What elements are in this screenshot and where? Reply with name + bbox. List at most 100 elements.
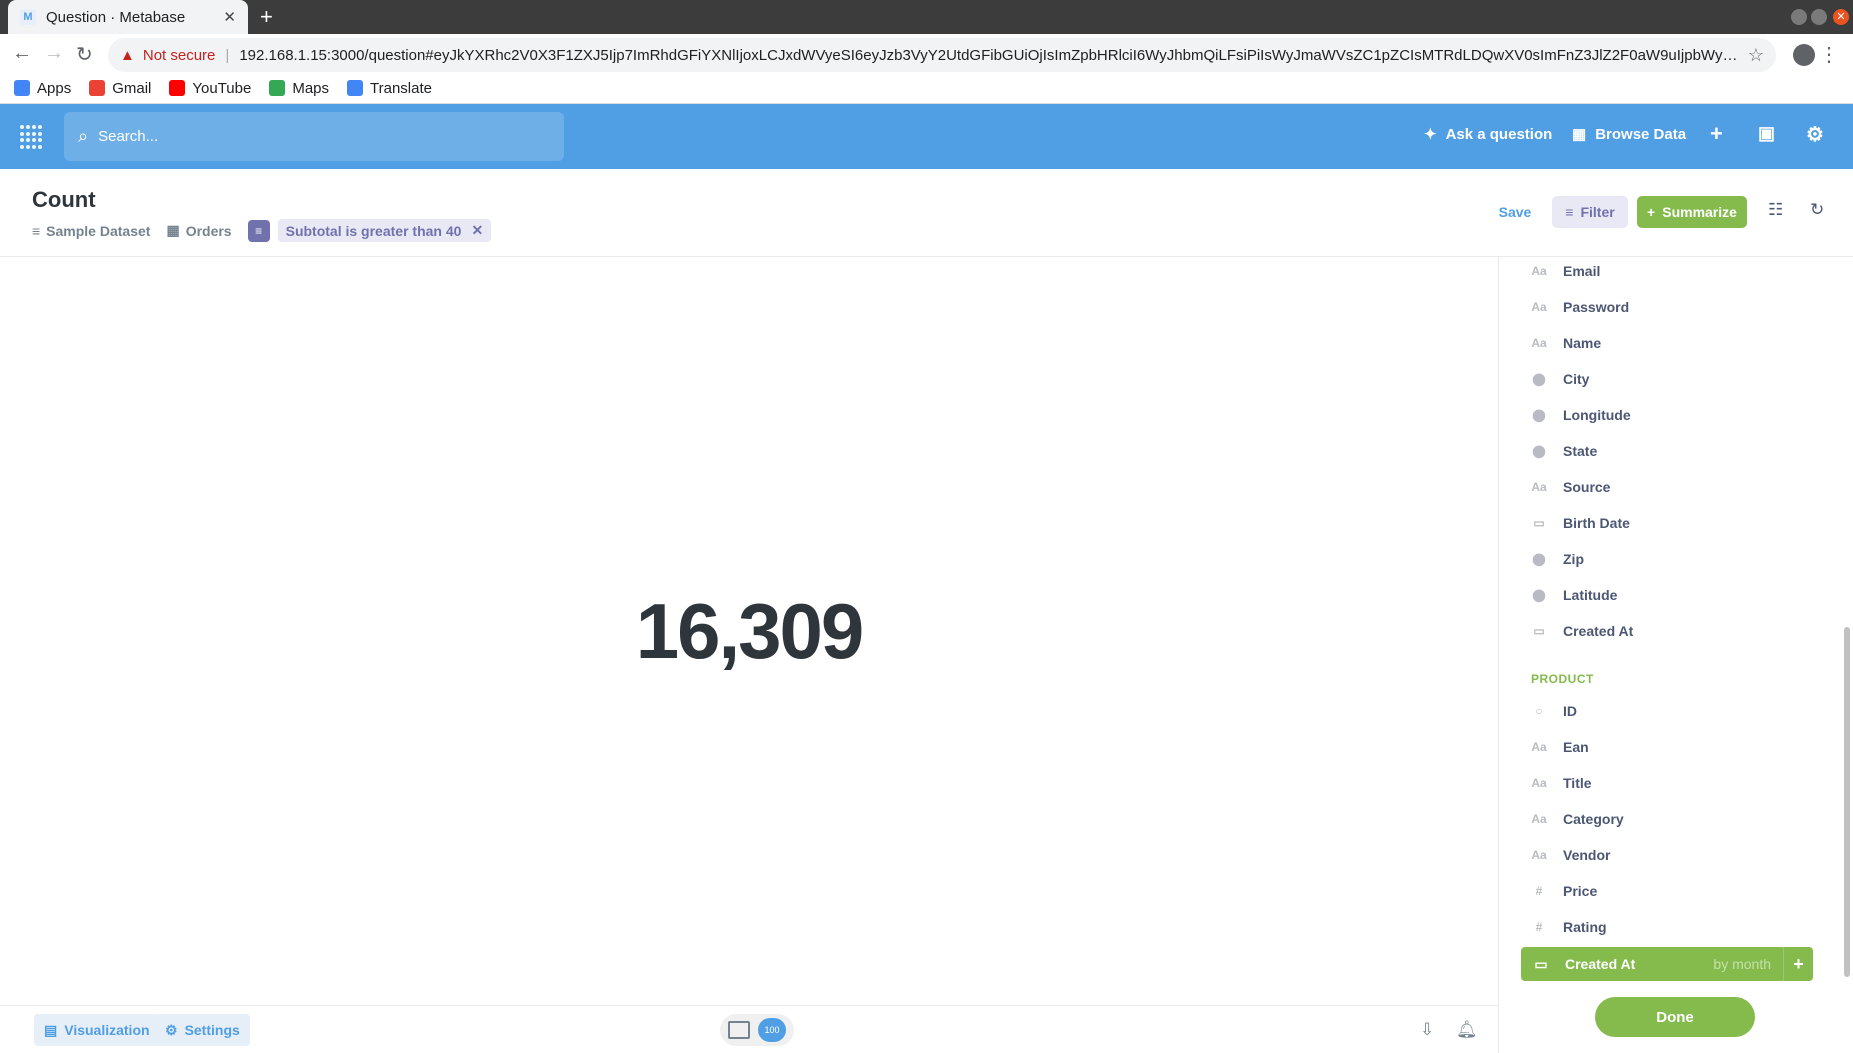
column-label: Longitude: [1563, 407, 1631, 423]
column-item[interactable]: Aa Title: [1529, 769, 1591, 797]
visualization-label: Visualization: [64, 1022, 150, 1038]
browse-data-button[interactable]: ▦ Browse Data: [1572, 125, 1687, 144]
column-item[interactable]: ⬤ Zip: [1529, 545, 1584, 573]
download-icon[interactable]: ⇩: [1420, 1020, 1434, 1040]
breadcrumb: ≡ Sample Dataset ▦ Orders ≡ Subtotal is …: [32, 219, 492, 242]
column-item[interactable]: Aa Name: [1529, 329, 1601, 357]
done-button[interactable]: Done: [1595, 997, 1755, 1037]
filter-icon[interactable]: ≡: [247, 219, 270, 242]
bookmark-apps[interactable]: Apps: [14, 80, 71, 97]
column-item[interactable]: # Price: [1529, 877, 1598, 905]
column-item[interactable]: Aa Category: [1529, 805, 1623, 833]
text-icon: Aa: [1531, 848, 1547, 862]
table-visualization-toggle[interactable]: 100: [720, 1014, 794, 1046]
metabase-navbar: ⌕ Search... ✦ Ask a question ▦ Browse Da…: [0, 104, 1853, 169]
column-label: Zip: [1563, 551, 1584, 567]
calendar-icon: ▭: [1534, 955, 1548, 972]
column-item[interactable]: Aa Email: [1529, 257, 1600, 285]
bookmark-translate[interactable]: Translate: [347, 80, 432, 97]
column-item[interactable]: ○ ID: [1529, 697, 1577, 725]
settings-gear-icon[interactable]: ⚙: [1806, 122, 1824, 147]
bookmark-youtube[interactable]: YouTube: [169, 80, 251, 97]
bookmark-maps[interactable]: Maps: [269, 80, 329, 97]
close-icon[interactable]: ✕: [471, 222, 483, 239]
gear-icon: ⚙: [165, 1021, 178, 1038]
column-item[interactable]: ⬤ State: [1529, 437, 1597, 465]
browse-data-label: Browse Data: [1595, 125, 1687, 143]
visualization-icon: ▤: [44, 1021, 58, 1038]
text-icon: Aa: [1531, 812, 1547, 826]
save-button[interactable]: Save: [1495, 196, 1535, 228]
column-item[interactable]: ⬤ City: [1529, 365, 1589, 393]
column-label: Email: [1563, 263, 1601, 279]
settings-button[interactable]: ⚙ Settings: [155, 1014, 250, 1046]
refresh-icon[interactable]: ↻: [1810, 200, 1824, 220]
plus-icon: +: [1647, 204, 1656, 220]
ask-question-button[interactable]: ✦ Ask a question: [1424, 125, 1552, 144]
visualization-button[interactable]: ▤ Visualization: [34, 1014, 160, 1046]
question-header: Count ≡ Sample Dataset ▦ Orders ≡ Subtot…: [0, 169, 1853, 257]
window-close-button[interactable]: ✕: [1833, 9, 1849, 25]
number-icon: #: [1535, 920, 1543, 934]
column-item[interactable]: # Rating: [1529, 913, 1607, 941]
filter-button[interactable]: ≡ Filter: [1552, 196, 1628, 228]
column-item[interactable]: ▭ Birth Date: [1529, 509, 1630, 537]
notebook-editor-icon[interactable]: ☷: [1768, 200, 1783, 220]
column-label: Password: [1563, 299, 1630, 315]
address-bar[interactable]: ▲ Not secure | 192.168.1.15:3000/questio…: [108, 38, 1776, 72]
database-label: Sample Dataset: [46, 222, 151, 239]
summarize-button-label: Summarize: [1662, 204, 1737, 220]
add-icon[interactable]: +: [1710, 121, 1723, 147]
browser-tab[interactable]: M Question · Metabase ✕: [8, 0, 248, 34]
calendar-icon: ▭: [1533, 624, 1545, 638]
column-item[interactable]: Aa Source: [1529, 473, 1610, 501]
browser-menu-icon[interactable]: ⋮: [1819, 42, 1839, 67]
filter-pill[interactable]: Subtotal is greater than 40 ✕: [277, 219, 492, 242]
text-icon: Aa: [1531, 776, 1547, 790]
bookmark-label: Maps: [292, 79, 330, 97]
gmail-icon: [89, 80, 106, 96]
window-maximize-button[interactable]: [1811, 9, 1827, 25]
search-placeholder: Search...: [98, 128, 159, 145]
selected-breakout-created-at[interactable]: ▭ Created At by month +: [1521, 947, 1813, 981]
alert-bell-icon[interactable]: 🔔︎: [1456, 1020, 1478, 1040]
breadcrumb-table[interactable]: ▦ Orders: [166, 222, 231, 239]
column-item[interactable]: ▭ Created At: [1529, 617, 1633, 645]
text-icon: Aa: [1531, 480, 1547, 494]
search-input[interactable]: ⌕ Search...: [64, 112, 564, 161]
sql-editor-icon[interactable]: ▣: [1758, 123, 1775, 144]
column-item[interactable]: Aa Password: [1529, 293, 1629, 321]
column-item[interactable]: Aa Vendor: [1529, 841, 1610, 869]
reload-icon[interactable]: ↻: [76, 42, 93, 67]
question-title[interactable]: Count: [32, 187, 96, 213]
apps-grid-icon: [14, 80, 30, 96]
back-arrow-icon[interactable]: ←: [12, 42, 32, 65]
profile-avatar-icon[interactable]: [1793, 44, 1815, 66]
column-label: Rating: [1563, 919, 1607, 935]
location-pin-icon: ⬤: [1532, 372, 1546, 386]
bookmark-gmail[interactable]: Gmail: [89, 80, 151, 97]
new-tab-button[interactable]: +: [260, 4, 273, 30]
browser-toolbar: ← → ↻ ▲ Not secure | 192.168.1.15:3000/q…: [0, 34, 1853, 104]
column-label: Price: [1563, 883, 1598, 899]
add-breakout-plus-icon[interactable]: +: [1783, 947, 1813, 981]
binning-selector[interactable]: by month: [1713, 956, 1771, 972]
table-view-icon[interactable]: [728, 1021, 750, 1039]
url-text[interactable]: 192.168.1.15:3000/question#eyJkYXRhc2V0X…: [239, 47, 1740, 64]
youtube-icon: [169, 80, 186, 96]
breadcrumb-database[interactable]: ≡ Sample Dataset: [32, 223, 150, 239]
metabase-favicon-icon: M: [20, 9, 36, 25]
column-item[interactable]: Aa Ean: [1529, 733, 1588, 761]
not-secure-label[interactable]: Not secure: [143, 47, 216, 64]
tab-close-icon[interactable]: ✕: [223, 8, 236, 26]
window-minimize-button[interactable]: [1791, 9, 1807, 25]
question-footer: ▤ Visualization ⚙ Settings 100 ⇩ 🔔︎: [0, 1005, 1498, 1053]
column-item[interactable]: ⬤ Latitude: [1529, 581, 1617, 609]
metabase-logo-icon[interactable]: [20, 125, 44, 149]
forward-arrow-icon[interactable]: →: [44, 42, 64, 65]
sidebar-scrollbar[interactable]: [1844, 627, 1850, 977]
scalar-view-icon[interactable]: 100: [758, 1018, 786, 1042]
bookmark-star-icon[interactable]: ☆: [1748, 45, 1764, 66]
summarize-button[interactable]: + Summarize: [1637, 196, 1747, 228]
column-item[interactable]: ⬤ Longitude: [1529, 401, 1631, 429]
